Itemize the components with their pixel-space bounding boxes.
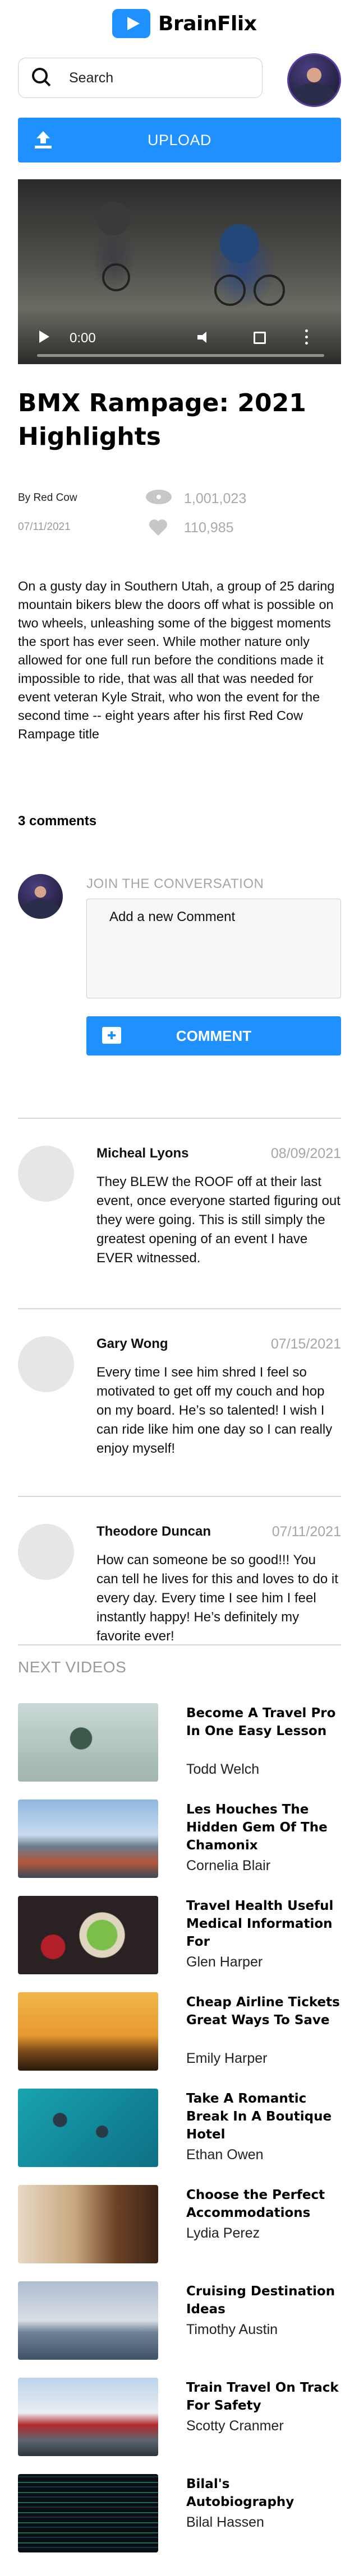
video-thumbnail[interactable] (18, 1896, 158, 1974)
next-video-title[interactable]: Become A Travel Pro In One Easy Lesson (186, 1704, 341, 1740)
video-meta: By Red Cow 07/11/2021 1,001,023 110,985 (18, 487, 341, 543)
video-thumbnail[interactable] (18, 2474, 158, 2552)
next-video-title[interactable]: Take A Romantic Break In A Boutique Hote… (186, 2090, 341, 2143)
next-video-title[interactable]: Train Travel On Track For Safety (186, 2379, 341, 2415)
comment-author: Gary Wong (96, 1336, 168, 1351)
video-thumbnail[interactable] (18, 2281, 158, 2360)
user-avatar[interactable] (287, 53, 341, 107)
comment-avatar (18, 1524, 74, 1580)
channel-name: By Red Cow (18, 492, 77, 504)
next-video-item[interactable]: Take A Romantic Break In A Boutique Hote… (18, 2089, 341, 2170)
next-video-item[interactable]: Cheap Airline Tickets Great Ways To Save… (18, 1992, 341, 2073)
comment-text: How can someone be so good!!! You can te… (96, 1552, 338, 1644)
video-thumbnail[interactable] (18, 2089, 158, 2167)
view-count: 1,001,023 (184, 491, 247, 506)
comment-item: Theodore Duncan 07/11/2021 How can someo… (18, 1501, 341, 1647)
comment-input[interactable] (87, 899, 340, 998)
next-video-author: Timothy Austin (186, 2322, 278, 2337)
fullscreen-icon[interactable] (254, 332, 266, 344)
comment-text: Every time I see him shred I feel so mot… (96, 1365, 333, 1456)
next-video-title[interactable]: Les Houches The Hidden Gem Of The Chamon… (186, 1801, 341, 1854)
next-video-item[interactable]: Cruising Destination Ideas Timothy Austi… (18, 2281, 341, 2363)
video-thumbnail[interactable] (18, 1800, 158, 1878)
next-video-title[interactable]: Choose the Perfect Accommodations (186, 2186, 341, 2222)
play-logo-icon (112, 9, 150, 38)
next-video-author: Cornelia Blair (186, 1858, 271, 1873)
upload-button-label: UPLOAD (147, 131, 212, 148)
divider (18, 1308, 341, 1309)
publish-date: 07/11/2021 (18, 521, 71, 533)
video-thumbnail[interactable] (18, 2378, 158, 2456)
next-video-title[interactable]: Cruising Destination Ideas (186, 2282, 341, 2318)
video-description: On a gusty day in Southern Utah, a group… (18, 579, 335, 741)
next-video-author: Todd Welch (186, 1761, 260, 1777)
comment-author: Theodore Duncan (96, 1524, 211, 1539)
next-video-author: Bilal Hassen (186, 2514, 264, 2530)
views-eye-icon (146, 490, 172, 504)
next-video-author: Emily Harper (186, 2050, 268, 2066)
comment-date: 07/11/2021 (271, 1524, 341, 1540)
comment-box (86, 899, 341, 998)
next-video-item[interactable]: Train Travel On Track For Safety Scotty … (18, 2378, 341, 2459)
comment-date: 08/09/2021 (270, 1146, 341, 1161)
next-video-item[interactable]: Travel Health Useful Medical Information… (18, 1896, 341, 1977)
video-controls: 0:00 (18, 319, 341, 364)
comment-avatar (18, 1336, 74, 1392)
next-video-item[interactable]: Bilal's Autobiography Bilal Hassen (18, 2474, 341, 2555)
next-video-author: Lydia Perez (186, 2225, 260, 2241)
next-video-author: Ethan Owen (186, 2147, 264, 2163)
comment-item: Gary Wong 07/15/2021 Every time I see hi… (18, 1314, 341, 1459)
video-progress-bar[interactable] (37, 354, 324, 357)
upload-button[interactable]: UPLOAD (18, 118, 341, 162)
search-row (18, 53, 341, 109)
search-input[interactable] (69, 69, 237, 86)
upload-icon (35, 131, 52, 149)
next-video-title[interactable]: Bilal's Autobiography (186, 2475, 341, 2511)
video-time: 0:00 (70, 331, 96, 346)
search-icon (32, 68, 52, 88)
next-video-item[interactable]: Les Houches The Hidden Gem Of The Chamon… (18, 1800, 341, 1881)
more-options-icon[interactable] (305, 329, 309, 345)
comment-item: Micheal Lyons 08/09/2021 They BLEW the R… (18, 1123, 341, 1269)
play-icon[interactable] (39, 331, 49, 343)
next-video-author: Scotty Cranmer (186, 2418, 284, 2434)
next-video-item[interactable]: Become A Travel Pro In One Easy Lesson T… (18, 1703, 341, 1784)
video-thumbnail[interactable] (18, 2185, 158, 2263)
next-video-item[interactable]: Choose the Perfect Accommodations Lydia … (18, 2185, 341, 2266)
video-player[interactable]: 0:00 (18, 179, 341, 364)
comment-date: 07/15/2021 (270, 1336, 341, 1352)
comment-text: They BLEW the ROOF off at their last eve… (96, 1174, 340, 1266)
divider (18, 1118, 341, 1119)
like-count: 110,985 (184, 520, 234, 536)
video-title: BMX Rampage: 2021 Highlights (18, 389, 306, 451)
video-thumbnail[interactable] (18, 1703, 158, 1782)
brand-logo[interactable]: BrainFlix (112, 7, 257, 40)
comment-avatar (18, 1146, 74, 1202)
commenter-avatar (18, 874, 63, 919)
comment-author: Micheal Lyons (96, 1146, 189, 1161)
join-conversation-label: JOIN THE CONVERSATION (86, 876, 264, 891)
next-video-author: Glen Harper (186, 1954, 263, 1970)
volume-icon[interactable] (197, 332, 212, 343)
comment-button[interactable]: COMMENT (86, 1016, 341, 1055)
heart-icon[interactable] (148, 520, 168, 538)
next-video-title[interactable]: Cheap Airline Tickets Great Ways To Save (186, 1993, 341, 2029)
divider (18, 1644, 341, 1645)
next-video-title[interactable]: Travel Health Useful Medical Information… (186, 1897, 341, 1951)
header: BrainFlix (0, 0, 359, 50)
comment-count: 3 comments (18, 813, 97, 829)
next-videos-heading: NEXT VIDEOS (18, 1658, 127, 1676)
search-bar[interactable] (18, 58, 263, 98)
video-thumbnail[interactable] (18, 1992, 158, 2071)
divider (18, 1496, 341, 1497)
comment-button-label: COMMENT (176, 1027, 252, 1044)
brand-name: BrainFlix (158, 12, 257, 35)
